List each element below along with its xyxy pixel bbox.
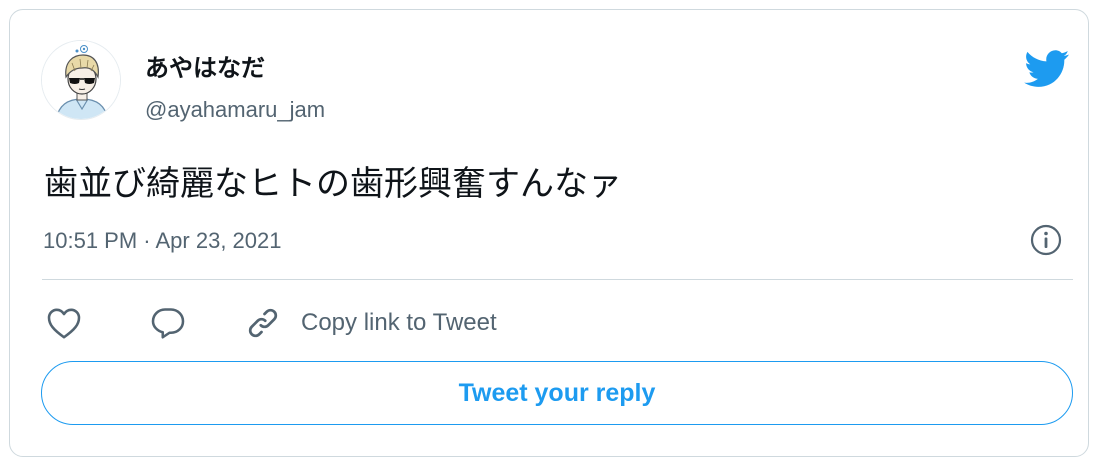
avatar-illustration: [42, 41, 120, 119]
copy-link-label: Copy link to Tweet: [301, 309, 497, 336]
tweet-your-reply-button[interactable]: Tweet your reply: [41, 361, 1073, 425]
like-button[interactable]: [46, 304, 82, 342]
heart-icon: [47, 308, 81, 339]
tweet-timestamp[interactable]: 10:51 PM · Apr 23, 2021: [43, 226, 282, 256]
speech-bubble-icon: [151, 308, 185, 339]
tweet-card: あやはなだ @ayahamaru_jam 歯並び綺麗なヒトの歯形興奮すんなァ 1…: [9, 9, 1089, 457]
avatar[interactable]: [41, 40, 121, 120]
author-handle[interactable]: @ayahamaru_jam: [145, 96, 325, 124]
tweet-text: 歯並び綺麗なヒトの歯形興奮すんなァ: [44, 165, 622, 203]
link-icon: [248, 308, 278, 338]
author-display-name[interactable]: あやはなだ: [145, 54, 265, 84]
reply-action-button[interactable]: [150, 304, 186, 342]
copy-link-button[interactable]: Copy link to Tweet: [245, 304, 497, 342]
twitter-bird-icon[interactable]: [1024, 50, 1070, 88]
divider: [42, 279, 1073, 280]
info-icon[interactable]: [1029, 223, 1063, 257]
